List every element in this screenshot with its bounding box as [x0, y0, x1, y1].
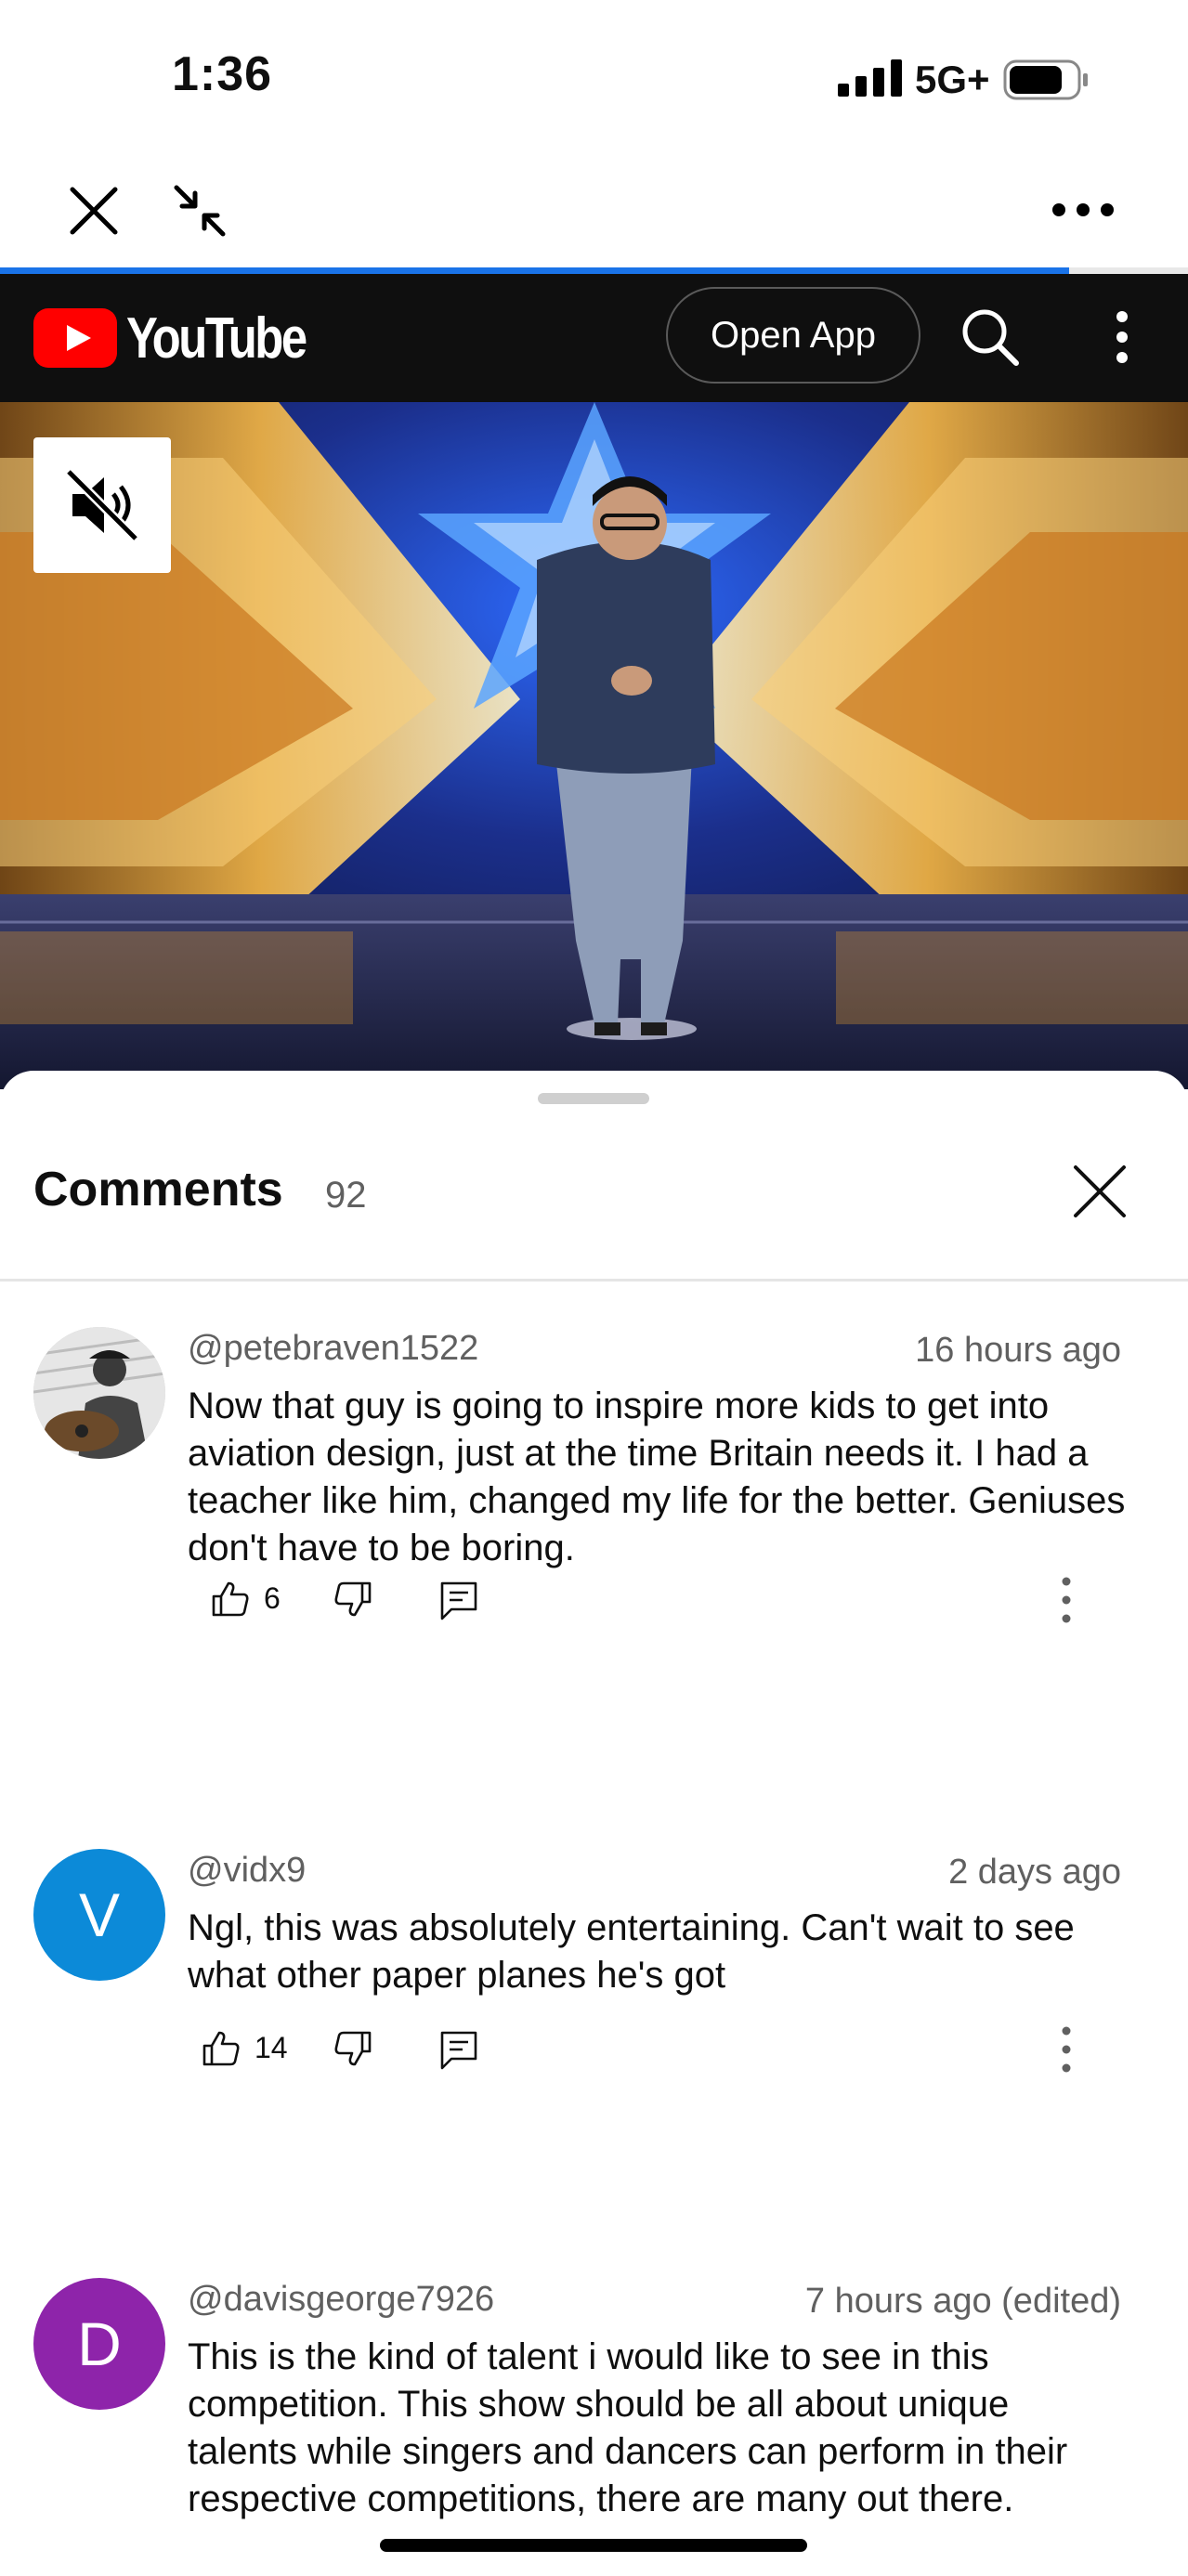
more-vertical-icon[interactable] [1057, 1574, 1076, 1626]
reply-icon[interactable] [438, 1580, 479, 1620]
close-icon[interactable] [1072, 1164, 1128, 1219]
comment-actions: 6 [188, 1570, 1126, 1626]
like-button[interactable]: 6 [210, 1578, 281, 1619]
battery-icon [1003, 59, 1088, 100]
comment-text: Ngl, this was absolutely entertaining. C… [188, 1907, 1075, 1996]
avatar-initial: V [78, 1880, 121, 1949]
youtube-header: YouTube Open App [0, 274, 1188, 402]
comment-actions: 14 [188, 2020, 1126, 2075]
drag-handle[interactable] [538, 1093, 649, 1104]
like-count: 6 [264, 1581, 281, 1615]
search-icon[interactable] [960, 307, 1020, 367]
thumbs-down-icon[interactable] [333, 1580, 373, 1620]
thumbs-up-icon [202, 2031, 240, 2066]
close-icon[interactable] [67, 184, 121, 238]
page-load-progress-fill [0, 267, 1070, 274]
more-horizontal-icon[interactable] [1050, 186, 1116, 234]
comment-timestamp: 7 hours ago (edited) [804, 2282, 1121, 2321]
home-indicator[interactable] [380, 2539, 807, 2552]
like-count: 14 [255, 2030, 288, 2064]
comments-panel: Comments 92 @petebraven1522 16 hours ago… [0, 1071, 1188, 2576]
more-vertical-icon[interactable] [1057, 2023, 1076, 2075]
youtube-logo[interactable]: YouTube [33, 306, 345, 371]
status-bar: 1:36 5G+ [0, 0, 1188, 158]
open-app-button[interactable]: Open App [666, 287, 920, 384]
like-button[interactable]: 14 [201, 2027, 288, 2068]
video-frame [0, 402, 1188, 1089]
comment-timestamp: 2 days ago [948, 1853, 1121, 1892]
avatar-initial: D [77, 2309, 122, 2378]
comment-text: This is the kind of talent i would like … [188, 2336, 1068, 2519]
thumbs-down-icon[interactable] [333, 2029, 373, 2070]
youtube-play-logo-icon [33, 308, 117, 368]
comment-timestamp: 16 hours ago [915, 1331, 1121, 1370]
avatar[interactable]: V [33, 1849, 165, 1981]
status-time: 1:36 [172, 47, 273, 101]
comments-count: 92 [325, 1175, 367, 1216]
thumbs-up-icon [212, 1581, 249, 1617]
minimize-arrows-icon[interactable] [171, 182, 228, 240]
comment-author[interactable]: @petebraven1522 [188, 1329, 478, 1369]
avatar-photo [33, 1327, 165, 1459]
more-vertical-icon[interactable] [1100, 307, 1144, 367]
avatar[interactable] [33, 1327, 165, 1459]
youtube-logo-text: YouTube [126, 306, 307, 371]
comments-title: Comments [33, 1163, 283, 1216]
muted-speaker-icon [65, 468, 139, 542]
reply-icon[interactable] [438, 2029, 479, 2070]
divider [0, 1279, 1188, 1281]
network-type-label: 5G+ [915, 58, 990, 101]
browser-toolbar [0, 158, 1188, 267]
cellular-signal-icon [838, 59, 902, 97]
comment-text: Now that guy is going to inspire more ki… [188, 1386, 1126, 1568]
unmute-button[interactable] [33, 437, 171, 573]
video-player[interactable] [0, 402, 1188, 1089]
comment-author[interactable]: @davisgeorge7926 [188, 2280, 494, 2320]
comment-author[interactable]: @vidx9 [188, 1851, 306, 1891]
page-load-progress [0, 267, 1188, 274]
avatar[interactable]: D [33, 2278, 165, 2410]
